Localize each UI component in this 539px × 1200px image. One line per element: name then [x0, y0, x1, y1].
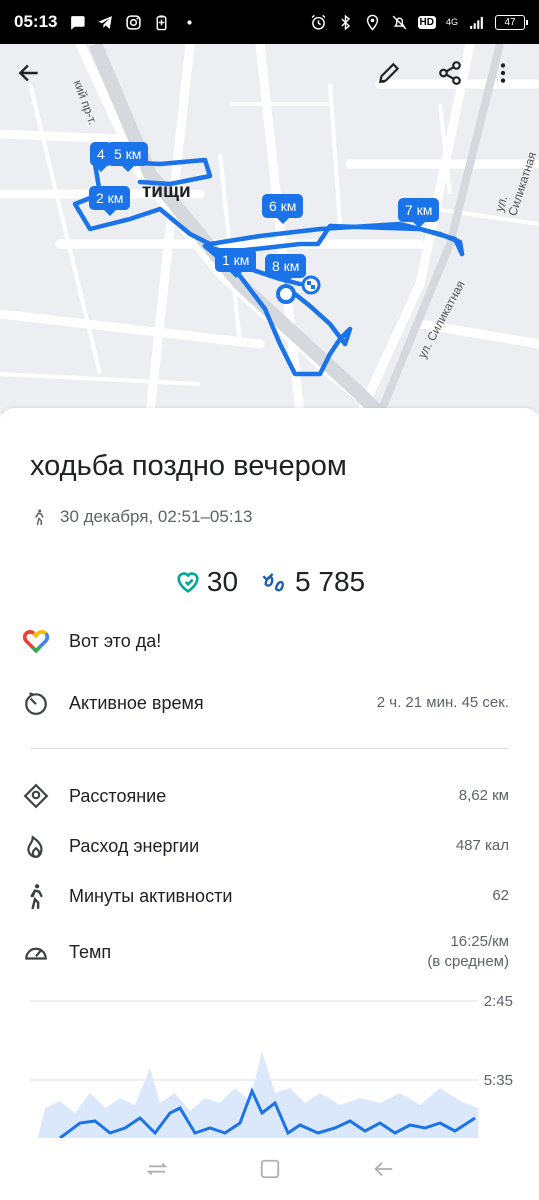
- notification-icons: [69, 14, 198, 31]
- more-options-button[interactable]: [490, 60, 530, 100]
- bluetooth-icon: [340, 14, 350, 30]
- km-marker[interactable]: 2 км: [89, 186, 131, 216]
- distance-icon: [22, 782, 50, 810]
- speedometer-icon: [22, 938, 50, 966]
- heart-points-value: 30: [206, 566, 239, 597]
- home-button[interactable]: [250, 1149, 290, 1189]
- pace-row: Темп 16:25/км (в среднем): [22, 932, 509, 972]
- more-vert-icon: [500, 63, 506, 83]
- recents-button[interactable]: [137, 1149, 177, 1189]
- pace-value: 16:25/км: [450, 933, 509, 950]
- battery-saver-icon: [157, 14, 167, 30]
- flame-icon: [22, 832, 50, 860]
- km-marker[interactable]: 7 км: [398, 198, 440, 228]
- home-square-icon: [260, 1159, 279, 1179]
- section-divider: [30, 748, 509, 749]
- timer-icon: [22, 689, 50, 717]
- pace-value-block: 16:25/км (в среднем): [427, 932, 509, 972]
- achievement-row: Вот это да!: [22, 627, 509, 655]
- telegram-icon: [98, 15, 113, 29]
- pace-label: Темп: [69, 941, 112, 962]
- chat-bubble-icon: [71, 15, 86, 30]
- active-time-label: Активное время: [69, 692, 204, 713]
- pace-chart-canvas: [30, 1000, 478, 1138]
- energy-row: Расход энергии 487 кал: [22, 832, 509, 860]
- chart-axis-mid: 5:35: [483, 1072, 513, 1089]
- walking-icon: [35, 509, 44, 526]
- km-marker[interactable]: 1 км: [215, 248, 257, 278]
- activity-datetime: 30 декабря, 02:51–05:13: [60, 507, 253, 526]
- activity-datetime-row: 30 декабря, 02:51–05:13: [30, 506, 252, 528]
- mute-icon: [392, 15, 406, 29]
- google-fit-logo: [22, 627, 50, 655]
- active-time-row: Активное время 2 ч. 21 мин. 45 сек.: [22, 689, 509, 717]
- network-label: 4G: [445, 17, 458, 27]
- steps-icon: [262, 573, 284, 592]
- distance-value: 8,62 км: [458, 787, 509, 804]
- move-minutes-row: Минуты активности 62: [22, 882, 509, 910]
- activity-details-sheet[interactable]: ходьба поздно вечером 30 декабря, 02:51–…: [0, 408, 539, 1138]
- hd-badge: HD: [417, 15, 436, 29]
- signal-icon: [470, 16, 483, 29]
- active-time-value: 2 ч. 21 мин. 45 сек.: [376, 694, 509, 711]
- system-navigation-bar: [0, 1138, 539, 1200]
- achievement-message: Вот это да!: [69, 630, 162, 651]
- system-icons: HD 4G 47: [310, 14, 528, 31]
- pencil-icon: [378, 62, 400, 84]
- city-label: тищи: [142, 181, 191, 202]
- heart-points-goal: 30: [174, 566, 238, 598]
- battery-level: 47: [495, 14, 528, 30]
- back-arrow-icon: [373, 1161, 392, 1177]
- energy-label: Расход энергии: [69, 835, 200, 856]
- pace-value-note: (в среднем): [427, 953, 509, 970]
- walking-person-icon: [22, 882, 50, 910]
- chart-axis-top: 2:45: [483, 993, 513, 1010]
- heart-points-icon: [177, 572, 199, 593]
- goals-summary: 30 5 785: [0, 566, 539, 598]
- km-marker[interactable]: 8 км: [265, 254, 307, 284]
- steps-goal: 5 785: [260, 566, 365, 598]
- share-button[interactable]: [437, 60, 477, 100]
- distance-row: Расстояние 8,62 км: [22, 782, 509, 810]
- edit-button[interactable]: [376, 60, 416, 100]
- location-icon: [366, 14, 378, 31]
- distance-label: Расстояние: [69, 785, 167, 806]
- energy-value: 487 кал: [455, 837, 509, 854]
- route-finish-marker: [301, 275, 321, 295]
- status-time: 05:13: [14, 12, 58, 31]
- steps-value: 5 785: [295, 566, 366, 597]
- move-minutes-label: Минуты активности: [69, 885, 233, 906]
- route-start-marker: [276, 284, 296, 304]
- move-minutes-value: 62: [492, 887, 509, 904]
- arrow-left-icon: [18, 64, 38, 82]
- activity-title: ходьба поздно вечером: [30, 450, 347, 482]
- share-icon: [439, 61, 461, 85]
- km-marker[interactable]: 5 км: [107, 142, 149, 172]
- km-marker[interactable]: 6 км: [262, 194, 304, 224]
- alarm-icon: [311, 14, 325, 30]
- recents-icon: [146, 1162, 167, 1176]
- pace-chart[interactable]: 2:45 5:35: [0, 993, 539, 1138]
- nav-back-button[interactable]: [363, 1149, 403, 1189]
- status-bar: 05:13 HD 4G 47: [0, 0, 539, 44]
- dot-icon: [187, 19, 193, 25]
- instagram-icon: [126, 14, 142, 30]
- route-map[interactable]: кий пр-т. ул. Силикатная ул. Силикатная …: [0, 44, 539, 414]
- back-button[interactable]: [16, 60, 56, 100]
